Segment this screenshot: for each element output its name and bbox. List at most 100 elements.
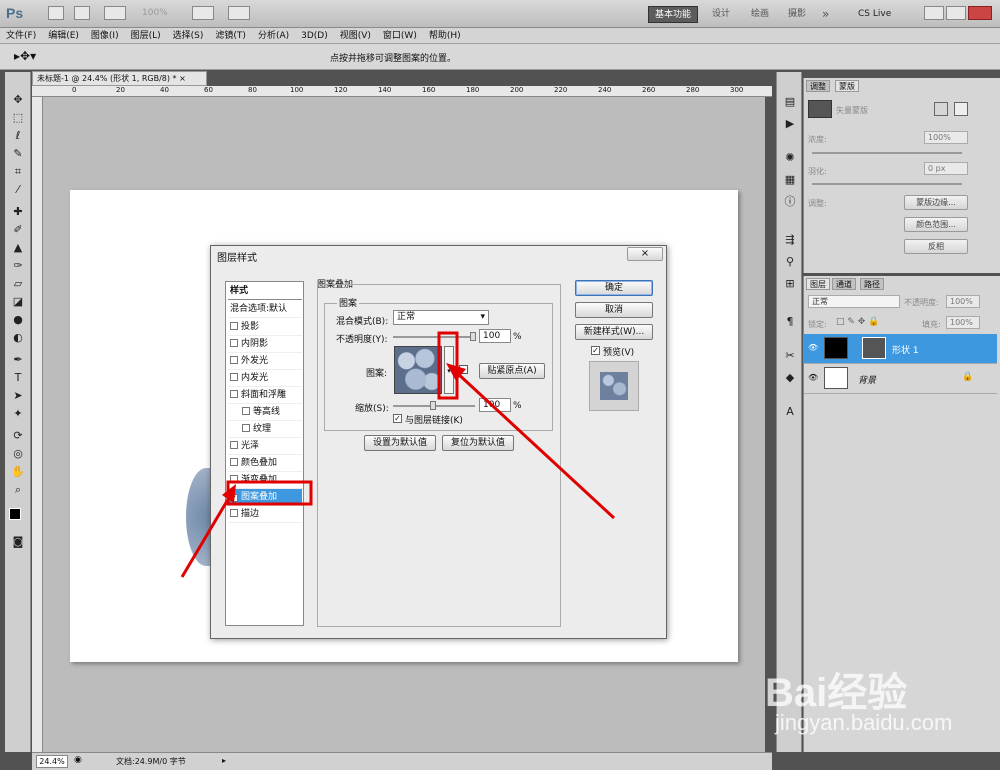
style-item[interactable]: 描边 [228, 506, 302, 523]
style-checkbox[interactable] [230, 458, 238, 466]
menu-select[interactable]: 选择(S) [167, 28, 210, 44]
style-item[interactable]: 等高线 [228, 404, 302, 421]
restore-icon[interactable] [946, 6, 966, 20]
menu-filter[interactable]: 滤镜(T) [209, 28, 252, 44]
opacity-field[interactable]: 100% [946, 295, 980, 308]
workspace-design[interactable]: 设计 [706, 6, 736, 23]
scale-slider-handle[interactable] [430, 401, 436, 410]
hand-tool-icon[interactable]: ✋ [9, 464, 27, 479]
style-item[interactable]: 外发光 [228, 353, 302, 370]
opacity-slider[interactable] [393, 336, 475, 338]
pattern-picker-arrow[interactable]: ▾ [444, 346, 454, 394]
tab-adjustments[interactable]: 调整 [806, 80, 830, 92]
layer-fill-thumbnail[interactable] [824, 337, 848, 359]
zoom-tool-icon[interactable]: ⌕ [9, 482, 27, 497]
lasso-tool-icon[interactable]: ℓ [9, 128, 27, 143]
workspace-photography[interactable]: 摄影 [782, 6, 812, 23]
style-checkbox[interactable]: ✓ [230, 494, 238, 502]
workspace-essentials[interactable]: 基本功能 [648, 6, 699, 23]
more-workspaces-icon[interactable]: » [816, 6, 835, 23]
style-item[interactable]: 渐变叠加 [228, 472, 302, 489]
path-selection-icon[interactable]: ➤ [9, 388, 27, 403]
tool-presets-icon[interactable]: ⊞ [781, 276, 799, 291]
new-style-button[interactable]: 新建样式(W)... [575, 324, 653, 340]
clone-stamp-icon[interactable]: ▲ [9, 240, 27, 255]
style-item[interactable]: ✓ 图案叠加 [228, 489, 302, 506]
foreground-color-swatch[interactable] [9, 508, 21, 520]
healing-brush-icon[interactable]: ✚ [9, 204, 27, 219]
paragraph-icon[interactable]: ¶ [781, 314, 799, 329]
eraser-icon[interactable]: ▱ [9, 276, 27, 291]
tab-paths[interactable]: 路径 [860, 278, 884, 290]
opacity-value-field[interactable]: 100 [479, 329, 511, 343]
mask-edge-button[interactable]: 蒙版边缘... [904, 195, 968, 210]
close-document-icon[interactable]: × [179, 74, 186, 83]
minimize-icon[interactable] [924, 6, 944, 20]
blending-options-item[interactable]: 混合选项:默认 [228, 301, 302, 318]
set-default-button[interactable]: 设置为默认值 [364, 435, 436, 451]
eyedropper-icon[interactable]: ⁄ [9, 182, 27, 197]
style-checkbox[interactable] [230, 390, 238, 398]
status-menu-icon[interactable]: ▸ [222, 756, 226, 765]
brush-presets-icon[interactable]: ⇶ [781, 232, 799, 247]
menu-view[interactable]: 视图(V) [334, 28, 377, 44]
arrange-documents-icon[interactable] [192, 6, 214, 20]
menu-layer[interactable]: 图层(L) [125, 28, 167, 44]
style-item[interactable]: 内阴影 [228, 336, 302, 353]
pixel-mask-icon[interactable] [934, 102, 948, 116]
style-checkbox[interactable] [230, 509, 238, 517]
blur-tool-icon[interactable]: ● [9, 312, 27, 327]
quick-mask-icon[interactable]: ◙ [9, 534, 27, 549]
invert-button[interactable]: 反相 [904, 239, 968, 254]
menu-file[interactable]: 文件(F) [0, 28, 42, 44]
style-checkbox[interactable] [242, 407, 250, 415]
style-item[interactable]: 斜面和浮雕 [228, 387, 302, 404]
marquee-tool-icon[interactable]: ⬚ [9, 110, 27, 125]
mini-bridge-icon[interactable] [74, 6, 90, 20]
history-brush-icon[interactable]: ✑ [9, 258, 27, 273]
actions-icon[interactable]: ▶ [781, 116, 799, 131]
blend-mode-dropdown[interactable]: 正常 ▾ [393, 310, 489, 325]
density-field[interactable]: 100% [924, 131, 968, 144]
move-tool-icon[interactable]: ✥ [9, 92, 27, 107]
dodge-tool-icon[interactable]: ◐ [9, 330, 27, 345]
status-zoom-field[interactable]: 24.4% [36, 755, 68, 768]
swatches-icon[interactable]: ▦ [781, 172, 799, 187]
color-range-button[interactable]: 颜色范围... [904, 217, 968, 232]
fill-field[interactable]: 100% [946, 316, 980, 329]
paint-bucket-icon[interactable]: ◪ [9, 294, 27, 309]
style-item[interactable]: 颜色叠加 [228, 455, 302, 472]
bridge-icon[interactable] [48, 6, 64, 20]
quick-selection-icon[interactable]: ✎ [9, 146, 27, 161]
pen-tool-icon[interactable]: ✒ [9, 352, 27, 367]
visibility-eye-icon[interactable]: 👁 [808, 373, 818, 383]
vector-mask-icon[interactable] [954, 102, 968, 116]
menu-image[interactable]: 图像(I) [85, 28, 125, 44]
opacity-slider-handle[interactable] [470, 332, 476, 341]
style-item[interactable]: 光泽 [228, 438, 302, 455]
menu-edit[interactable]: 编辑(E) [42, 28, 85, 44]
cs-live-menu[interactable]: CS Live [852, 6, 897, 23]
style-checkbox[interactable] [242, 424, 250, 432]
character-icon[interactable]: A [781, 404, 799, 419]
zoom-level[interactable]: 100% [142, 8, 168, 18]
layer-row-shape[interactable]: 👁 形状 1 [804, 334, 997, 364]
visibility-eye-icon[interactable]: 👁 [808, 343, 818, 353]
menu-3d[interactable]: 3D(D) [295, 28, 334, 44]
style-checkbox[interactable] [230, 475, 238, 483]
link-with-layer-checkbox[interactable]: ✓ [393, 414, 402, 423]
crop-tool-icon[interactable]: ⌗ [9, 164, 27, 179]
vector-mask-layer-thumbnail[interactable] [862, 337, 886, 359]
pattern-swatch[interactable] [394, 346, 442, 394]
close-window-icon[interactable] [968, 6, 992, 20]
scale-value-field[interactable]: 100 [479, 398, 511, 412]
document-info[interactable]: 文档:24.9M/0 字节 [116, 756, 186, 767]
style-checkbox[interactable] [230, 441, 238, 449]
style-item[interactable]: 投影 [228, 319, 302, 336]
history-icon[interactable]: ▤ [781, 94, 799, 109]
dialog-close-button[interactable]: × [627, 247, 663, 261]
3d-orbit-icon[interactable]: ◎ [9, 446, 27, 461]
color-icon[interactable]: ✺ [781, 150, 799, 165]
tab-channels[interactable]: 通道 [832, 278, 856, 290]
ok-button[interactable]: 确定 [575, 280, 653, 296]
